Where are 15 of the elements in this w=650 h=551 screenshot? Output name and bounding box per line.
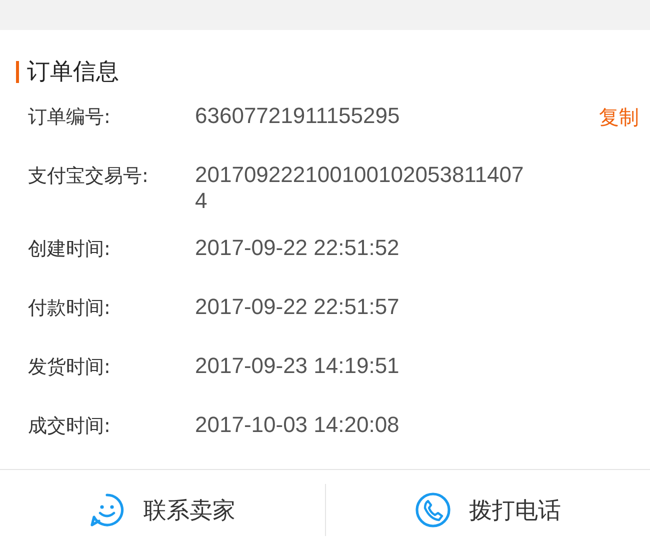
field-label: 成交时间: <box>28 414 112 439</box>
section-title: 订单信息 <box>27 58 119 88</box>
field-value: 63607721911155295 <box>195 102 401 129</box>
field-value: 2017092221001001020538114074 <box>195 162 525 214</box>
field-value: 2017-09-23 14:19:51 <box>195 352 400 379</box>
field-label: 订单编号: <box>28 104 112 130</box>
phone-icon <box>414 492 451 528</box>
field-label: 支付宝交易号: <box>28 164 150 189</box>
field-label: 发货时间: <box>28 354 112 380</box>
field-value: 2017-09-22 22:51:57 <box>195 294 400 320</box>
field-value: 2017-10-03 14:20:08 <box>195 412 400 438</box>
field-label: 创建时间: <box>28 236 112 262</box>
field-label: 付款时间: <box>28 296 112 321</box>
field-value: 2017-09-22 22:51:52 <box>195 234 400 261</box>
smiley-icon <box>89 492 126 528</box>
